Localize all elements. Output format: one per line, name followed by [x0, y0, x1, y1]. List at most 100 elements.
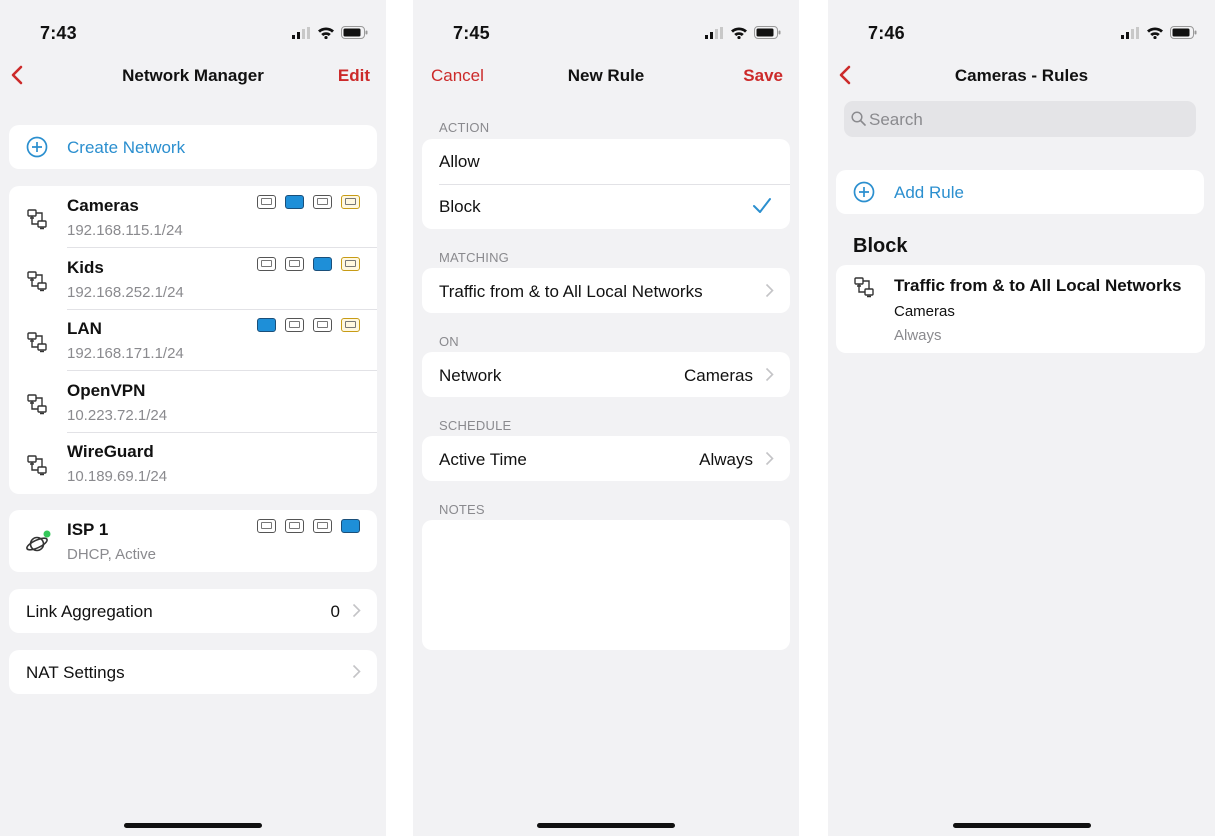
ethernet-port-icon	[313, 195, 332, 209]
new-rule-screen: 7:45 Cancel New Rule Save ACTION Allow B…	[413, 0, 799, 836]
network-icon	[26, 393, 48, 420]
network-name: LAN	[67, 319, 102, 339]
page-title: Cameras - Rules	[954, 66, 1089, 85]
section-header-matching: MATCHING	[439, 250, 509, 265]
chevron-right-icon	[352, 603, 361, 623]
section-header-notes: NOTES	[439, 502, 485, 517]
network-subnet: 192.168.171.1/24	[67, 345, 184, 363]
status-bar: 7:46	[828, 22, 1215, 46]
save-button[interactable]: Save	[743, 66, 783, 86]
port-indicators	[257, 318, 360, 333]
nat-settings-row[interactable]: NAT Settings	[9, 650, 377, 694]
network-icon	[853, 276, 875, 303]
add-rule-button[interactable]: Add Rule	[836, 170, 1204, 214]
home-indicator	[124, 823, 262, 828]
create-network-button[interactable]: Create Network	[9, 125, 377, 169]
ethernet-port-icon	[257, 256, 276, 271]
nav-bar: Cameras - Rules	[828, 62, 1215, 92]
wifi-icon	[730, 26, 748, 39]
nav-bar: Cancel New Rule Save	[413, 62, 799, 92]
action-option-allow[interactable]: Allow	[422, 139, 790, 184]
home-indicator	[537, 823, 675, 828]
wifi-icon	[1146, 26, 1164, 39]
isp-row[interactable]: ISP 1 DHCP, Active	[9, 510, 377, 572]
network-row[interactable]: OpenVPN 10.223.72.1/24	[9, 371, 377, 433]
matching-row[interactable]: Traffic from & to All Local Networks	[422, 268, 790, 313]
cellular-signal-icon	[1120, 26, 1140, 39]
network-name: Cameras	[67, 196, 139, 215]
rule-schedule: Always	[894, 327, 942, 344]
wifi-icon	[317, 26, 335, 39]
rule-title: Traffic from & to All Local Networks	[894, 276, 1182, 295]
create-network-label: Create Network	[67, 138, 186, 157]
isp-status: DHCP, Active	[67, 546, 156, 563]
port-indicators	[257, 195, 360, 209]
search-icon	[851, 111, 866, 131]
network-name: Kids	[67, 257, 104, 277]
link-aggregation-value: 0	[330, 602, 340, 621]
network-icon	[26, 454, 48, 481]
network-row[interactable]: Cameras 192.168.115.1/24	[9, 186, 377, 248]
section-title-block: Block	[853, 235, 908, 257]
nat-settings-label: NAT Settings	[26, 663, 125, 682]
network-subnet: 10.189.69.1/24	[67, 468, 168, 486]
network-row[interactable]: WireGuard 10.189.69.1/24	[9, 432, 377, 494]
chevron-right-icon	[765, 283, 774, 303]
status-bar: 7:43	[0, 22, 386, 46]
ethernet-port-icon	[341, 519, 360, 533]
section-header-on: ON	[439, 334, 459, 349]
ethernet-port-icon	[285, 256, 304, 271]
link-aggregation-label: Link Aggregation	[26, 602, 153, 621]
rule-row[interactable]: Traffic from & to All Local Networks Cam…	[836, 265, 1205, 353]
cameras-rules-screen: 7:46 Cameras - Rules Search Add Rule Blo…	[828, 0, 1215, 836]
ethernet-port-icon	[257, 318, 276, 333]
network-row[interactable]: Kids 192.168.252.1/24	[9, 248, 377, 310]
ethernet-port-icon	[285, 318, 304, 333]
network-name: OpenVPN	[67, 380, 146, 400]
status-time: 7:43	[40, 23, 77, 43]
page-title: New Rule	[567, 66, 645, 85]
network-value: Cameras	[684, 366, 753, 385]
network-row[interactable]: LAN 192.168.171.1/24	[9, 309, 377, 372]
link-aggregation-row[interactable]: Link Aggregation 0	[9, 589, 377, 633]
search-placeholder: Search	[869, 110, 923, 129]
network-name: WireGuard	[67, 442, 154, 462]
page-title: Network Manager	[122, 66, 264, 85]
active-time-row[interactable]: Active Time Always	[422, 436, 790, 481]
checkmark-icon	[752, 197, 772, 220]
search-input[interactable]: Search	[844, 101, 1196, 137]
ethernet-port-icon	[313, 318, 332, 333]
section-header-schedule: SCHEDULE	[439, 418, 512, 433]
ethernet-port-icon	[285, 195, 304, 209]
status-time: 7:46	[868, 23, 905, 43]
chevron-right-icon	[765, 451, 774, 471]
isp-name: ISP 1	[67, 520, 109, 539]
section-header-action: ACTION	[439, 120, 490, 135]
network-icon	[26, 331, 48, 358]
action-option-label: Allow	[439, 152, 480, 171]
battery-icon	[754, 26, 781, 39]
network-icon	[26, 208, 48, 235]
network-label: Network	[439, 366, 502, 385]
ethernet-port-icon	[341, 318, 360, 333]
network-row[interactable]: Network Cameras	[422, 352, 790, 397]
battery-icon	[341, 26, 368, 39]
active-time-label: Active Time	[439, 450, 527, 469]
matching-value: Traffic from & to All Local Networks	[439, 282, 703, 301]
cellular-signal-icon	[291, 26, 311, 39]
status-time: 7:45	[453, 23, 490, 43]
network-icon	[26, 270, 48, 297]
network-subnet: 192.168.252.1/24	[67, 283, 184, 301]
ethernet-port-icon	[341, 256, 360, 271]
rule-network: Cameras	[894, 303, 955, 320]
status-bar: 7:45	[413, 22, 799, 46]
ethernet-port-icon	[257, 195, 276, 209]
edit-button[interactable]: Edit	[338, 66, 370, 86]
networks-list: Cameras 192.168.115.1/24 Kids 192.168.252.1…	[9, 186, 377, 494]
nav-bar: Network Manager Edit	[0, 62, 386, 92]
port-indicators	[257, 256, 360, 271]
planet-icon	[25, 530, 53, 559]
action-option-block[interactable]: Block	[422, 184, 790, 229]
notes-field[interactable]	[422, 520, 790, 650]
active-time-value: Always	[699, 450, 753, 469]
